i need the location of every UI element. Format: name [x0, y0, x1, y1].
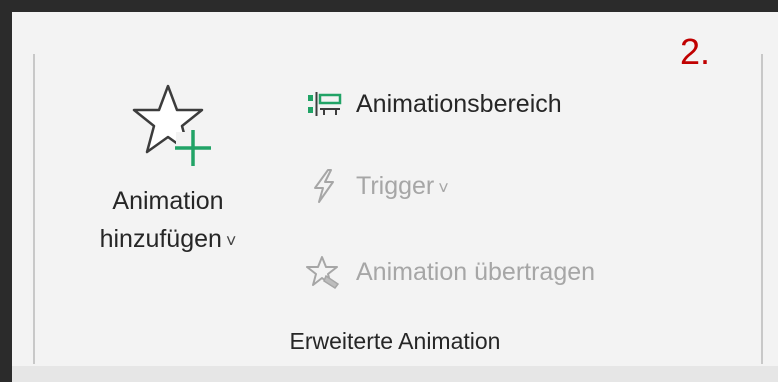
star-brush-icon	[306, 256, 340, 290]
trigger-chevron-down-icon: ˅	[438, 177, 449, 198]
animation-pane-icon	[308, 92, 342, 116]
animation-painter-button[interactable]: Animation übertragen	[302, 250, 595, 294]
trigger-label: Trigger ˅	[356, 172, 449, 201]
lightning-icon	[314, 169, 334, 203]
ribbon-group: 2. Animation hinzufügen ˅ Animationsbere…	[12, 12, 778, 382]
group-separator-right	[761, 54, 763, 364]
step-annotation: 2.	[680, 31, 711, 72]
group-title: Erweiterte Animation	[289, 328, 501, 354]
add-animation-label-line1: Animation	[112, 187, 224, 215]
trigger-text: Trigger	[356, 171, 435, 200]
star-plus-icon	[132, 84, 211, 166]
animation-painter-label: Animation übertragen	[356, 257, 596, 286]
chevron-down-icon: ˅	[225, 231, 237, 251]
animation-pane-label: Animationsbereich	[356, 89, 562, 118]
animation-pane-button[interactable]: Animationsbereich	[302, 82, 562, 126]
group-separator-left	[33, 54, 35, 364]
trigger-button[interactable]: Trigger ˅	[302, 164, 449, 208]
add-animation-label-line2: hinzufügen	[99, 225, 222, 253]
add-animation-button[interactable]: Animation hinzufügen ˅	[68, 76, 268, 286]
ribbon-bottom-edge	[12, 366, 778, 382]
add-animation-label: Animation hinzufügen ˅	[68, 182, 268, 260]
